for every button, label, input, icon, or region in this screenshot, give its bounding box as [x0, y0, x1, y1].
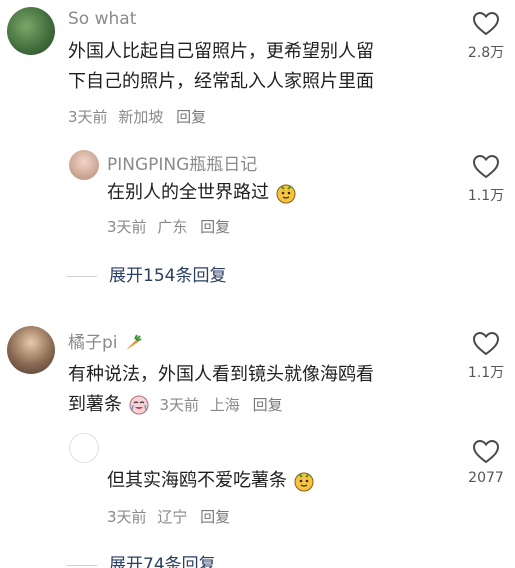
- reply-button[interactable]: 回复: [253, 396, 283, 414]
- reply-time: 3天前: [107, 218, 147, 236]
- comment-location: 上海: [209, 396, 240, 414]
- like-button[interactable]: 1.1万: [456, 332, 515, 382]
- like-count: 2.8万: [467, 45, 505, 61]
- expand-replies-button[interactable]: 展开154条回复: [67, 261, 226, 286]
- heart-outline-icon: [473, 12, 499, 36]
- comment-text: 外国人比起自己留照片，更希望别人留 下自己的照片，经常乱入人家照片里面: [68, 37, 374, 97]
- comment-author[interactable]: So what: [68, 9, 136, 29]
- comment-time: 3天前: [68, 108, 108, 126]
- like-count: 1.1万: [467, 188, 505, 204]
- reply-location: 广东: [157, 218, 188, 236]
- reply-text-row: 但其实海鸥不爱吃薯条: [107, 466, 315, 496]
- like-button[interactable]: 1.1万: [456, 155, 515, 205]
- reply-time: 3天前: [107, 508, 147, 526]
- comment-author[interactable]: 橘子pi: [68, 328, 143, 353]
- reply-avatar[interactable]: [69, 433, 99, 463]
- reply-text-row: 在别人的全世界路过: [107, 178, 297, 208]
- comment-text-line: 到薯条 3天前 上海 回复: [68, 390, 374, 420]
- heart-outline-icon: [473, 332, 499, 356]
- reply-button[interactable]: 回复: [200, 218, 230, 236]
- heart-outline-icon: [473, 440, 499, 464]
- like-count: 2077: [468, 470, 504, 486]
- avatar[interactable]: [7, 326, 55, 374]
- comment-text-line: 有种说法，外国人看到镜头就像海鸥看: [68, 364, 374, 385]
- heart-outline-icon: [473, 155, 499, 179]
- comment-1: So what 外国人比起自己留照片，更希望别人留 下自己的照片，经常乱入人家照…: [0, 0, 515, 310]
- comment-text-line: 下自己的照片，经常乱入人家照片里面: [68, 71, 374, 92]
- comment-text: 有种说法，外国人看到镜头就像海鸥看 到薯条 3天前 上海 回复: [68, 360, 374, 420]
- comment-author-name: 橘子pi: [68, 333, 118, 353]
- comment-2: 橘子pi 有种说法，外国人看到镜头就像海鸥看 到薯条 3天前 上海 回复 1.1…: [0, 320, 515, 568]
- emoji-crying-icon: [129, 395, 149, 415]
- like-button[interactable]: 2077: [456, 440, 515, 486]
- avatar[interactable]: [7, 7, 55, 55]
- reply-location: 辽宁: [157, 508, 188, 526]
- comment-meta: 3天前 新加坡 回复: [68, 106, 206, 127]
- comment-text-line-2: 到薯条: [68, 394, 122, 415]
- reply-avatar[interactable]: [69, 150, 99, 180]
- expand-replies-button[interactable]: 展开74条回复: [67, 550, 216, 568]
- comment-location: 新加坡: [118, 108, 164, 126]
- reply-button[interactable]: 回复: [200, 508, 230, 526]
- like-count: 1.1万: [467, 365, 505, 381]
- reply-author[interactable]: PINGPING瓶瓶日记: [107, 150, 257, 175]
- comment-text-line: 外国人比起自己留照片，更希望别人留: [68, 41, 374, 62]
- comment-time: 3天前: [159, 396, 200, 414]
- like-button[interactable]: 2.8万: [456, 12, 515, 62]
- reply-text: 但其实海鸥不爱吃薯条: [107, 470, 287, 491]
- reply-text: 在别人的全世界路过: [107, 182, 269, 203]
- carrot-icon: [125, 334, 142, 350]
- comment-meta: 3天前 上海 回复: [159, 396, 282, 414]
- reply-button[interactable]: 回复: [176, 108, 206, 126]
- emoji-face-icon: [276, 184, 296, 204]
- emoji-face-icon: [294, 472, 314, 492]
- reply-meta: 3天前 辽宁 回复: [107, 506, 230, 527]
- reply-meta: 3天前 广东 回复: [107, 216, 230, 237]
